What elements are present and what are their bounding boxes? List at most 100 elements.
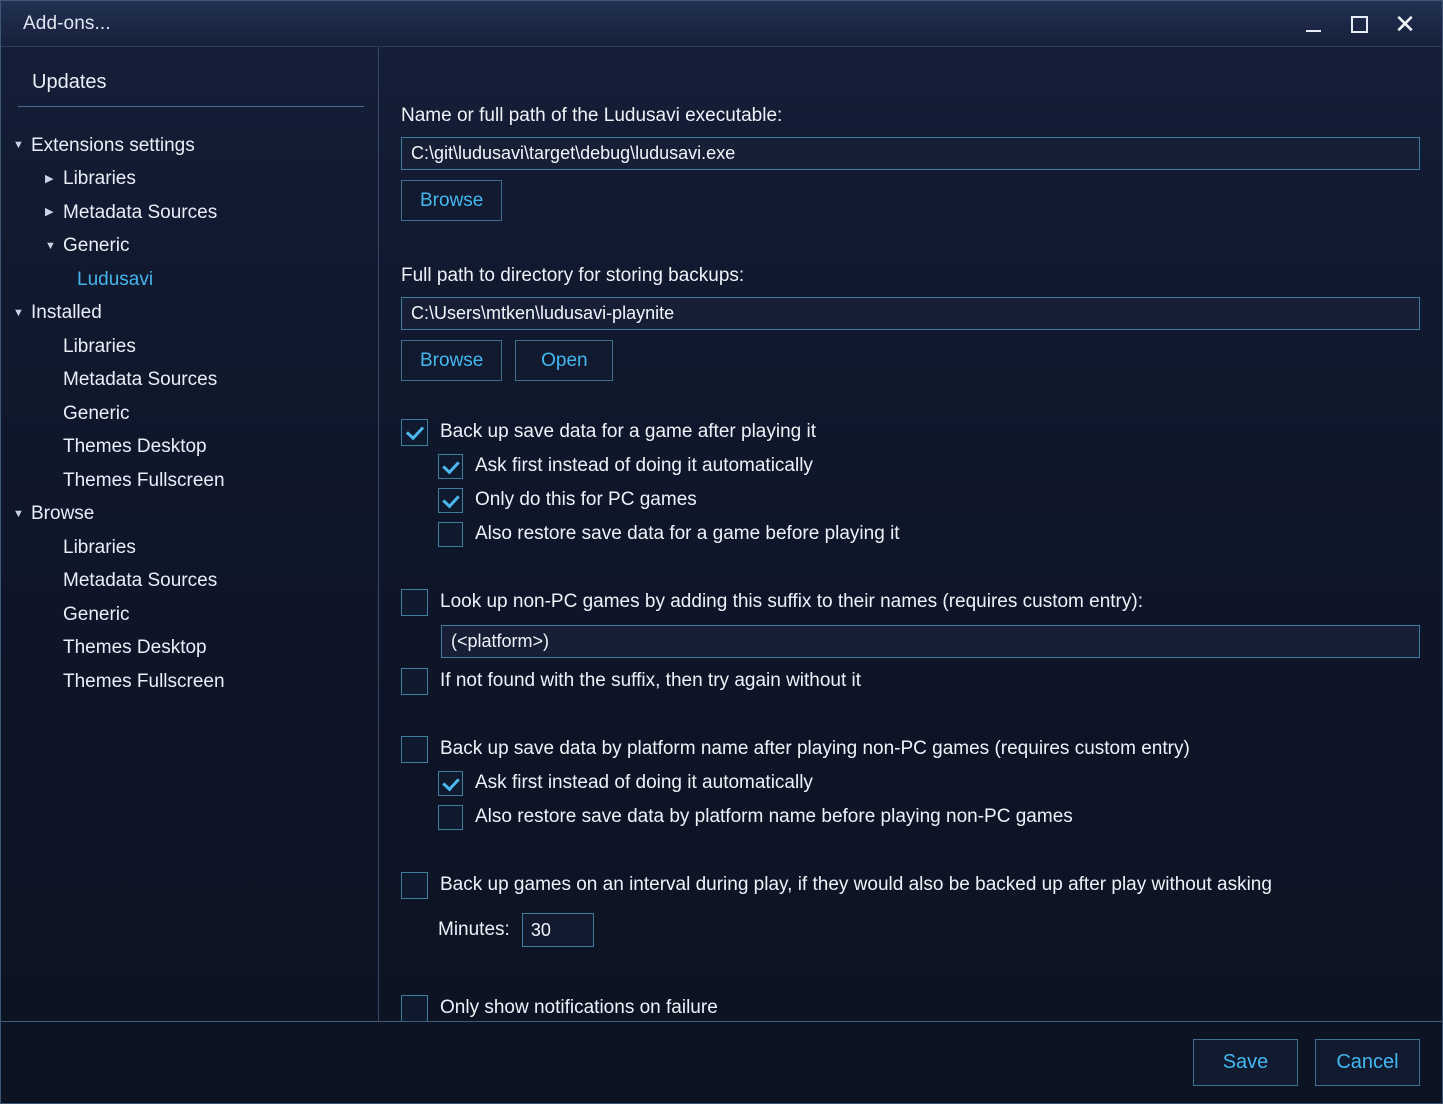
sidebar-item-label: Themes Desktop	[63, 436, 207, 458]
tree-indent-spacer: ▶	[45, 609, 61, 620]
notifications-label: Only show notifications on failure	[440, 997, 718, 1018]
close-icon: ✕	[1394, 9, 1416, 39]
window-title: Add-ons...	[23, 12, 111, 34]
sidebar-item-label: Browse	[31, 503, 95, 525]
only-pc-label: Only do this for PC games	[475, 489, 697, 510]
lookup-suffix-checkbox[interactable]	[401, 588, 428, 616]
restore-before-play-label: Also restore save data for a game before…	[475, 523, 900, 544]
sidebar-tree: ▼ Extensions settings ▶ Libraries ▶ Metadata …	[1, 129, 378, 699]
backup-after-play-row[interactable]: Back up save data for a game after playi…	[401, 415, 1420, 449]
sidebar-item-metadata-sources[interactable]: ▶Metadata Sources	[1, 364, 378, 398]
retry-without-suffix-checkbox[interactable]	[401, 667, 428, 695]
sidebar-item-generic[interactable]: ▶Generic	[1, 598, 378, 632]
backup-interval-checkbox[interactable]	[401, 871, 428, 899]
chevron-down-icon[interactable]: ▼	[45, 240, 61, 252]
retry-without-suffix-label: If not found with the suffix, then try a…	[440, 670, 862, 691]
sidebar-item-browse[interactable]: ▼ Browse	[1, 498, 378, 532]
backup-dir-label: Full path to directory for storing backu…	[401, 265, 745, 286]
restore-before-play-row[interactable]: Also restore save data for a game before…	[401, 517, 1420, 551]
tree-indent-spacer: ▶	[45, 408, 61, 419]
sidebar-divider	[18, 106, 364, 107]
chevron-down-icon[interactable]: ▼	[13, 508, 29, 520]
chevron-down-icon[interactable]: ▼	[13, 140, 29, 151]
addons-window: Add-ons... ✕ Updates ▼ Extensions setting…	[0, 0, 1443, 1104]
sidebar-item-ludusavi[interactable]: ▶Ludusavi	[1, 263, 378, 297]
backup-interval-row[interactable]: Back up games on an interval during play…	[401, 868, 1420, 902]
maximize-icon	[1350, 15, 1368, 33]
title-bar: Add-ons... ✕	[1, 1, 1442, 47]
sidebar-item-generic[interactable]: ▶Generic	[1, 397, 378, 431]
executable-browse-button[interactable]: Browse	[401, 180, 503, 221]
sidebar-item-label: Themes Desktop	[63, 637, 207, 659]
sidebar-item-label: Metadata Sources	[63, 201, 218, 223]
sidebar-item-label: Themes Fullscreen	[63, 469, 225, 491]
only-pc-checkbox[interactable]	[438, 487, 463, 513]
backup-by-platform-row[interactable]: Back up save data by platform name after…	[401, 732, 1420, 766]
ask-first-label: Ask first instead of doing it automatica…	[475, 455, 813, 476]
backup-by-platform-label: Back up save data by platform name after…	[440, 738, 1190, 759]
sidebar-item-themes-desktop[interactable]: ▶Themes Desktop	[1, 632, 378, 666]
retry-without-suffix-row[interactable]: If not found with the suffix, then try a…	[401, 664, 1420, 698]
sidebar-item-libraries[interactable]: ▶Libraries	[1, 330, 378, 364]
backup-dir-open-button[interactable]: Open	[515, 340, 614, 381]
restore-by-platform-checkbox[interactable]	[438, 804, 463, 830]
notifications-checkbox[interactable]	[401, 994, 428, 1021]
chevron-down-icon[interactable]: ▼	[13, 307, 29, 319]
backup-dir-browse-button[interactable]: Browse	[401, 340, 503, 381]
minimize-icon	[1305, 30, 1321, 32]
backup-by-platform-checkbox[interactable]	[401, 735, 428, 763]
maximize-button[interactable]	[1336, 1, 1382, 47]
suffix-value-input[interactable]	[441, 625, 1420, 658]
sidebar-item-updates[interactable]: Updates	[15, 61, 364, 106]
notifications-row[interactable]: Only show notifications on failure	[401, 991, 1420, 1021]
sidebar: Updates ▼ Extensions settings ▶ Libraries ▶ M…	[1, 47, 379, 1021]
cancel-button[interactable]: Cancel	[1315, 1039, 1420, 1086]
tree-indent-spacer: ▶	[45, 341, 61, 352]
tree-indent-spacer: ▶	[45, 475, 61, 486]
minimize-button[interactable]	[1290, 1, 1336, 47]
sidebar-item-label: Metadata Sources	[63, 369, 218, 391]
restore-by-platform-row[interactable]: Also restore save data by platform name …	[401, 800, 1420, 834]
executable-path-input[interactable]	[401, 137, 1420, 170]
sidebar-item-metadata-sources[interactable]: ▶Metadata Sources	[1, 196, 378, 230]
sidebar-item-themes-fullscreen[interactable]: ▶Themes Fullscreen	[1, 464, 378, 498]
window-body: Updates ▼ Extensions settings ▶ Libraries ▶ M…	[1, 47, 1442, 1021]
main-panel: Name or full path of the Ludusavi execut…	[379, 47, 1442, 1021]
sidebar-item-generic[interactable]: ▼ Generic	[1, 230, 378, 264]
sidebar-item-label: Extensions settings	[31, 134, 195, 156]
tree-indent-spacer: ▶	[45, 442, 61, 453]
sidebar-item-installed[interactable]: ▼ Installed	[1, 297, 378, 331]
sidebar-item-label: Libraries	[63, 168, 136, 190]
minutes-row: Minutes:	[401, 913, 1420, 947]
lookup-suffix-row[interactable]: Look up non-PC games by adding this suff…	[401, 585, 1420, 619]
restore-by-platform-label: Also restore save data by platform name …	[475, 806, 1073, 827]
backup-after-play-label: Back up save data for a game after playi…	[440, 421, 816, 442]
sidebar-item-metadata-sources[interactable]: ▶Metadata Sources	[1, 565, 378, 599]
sidebar-item-themes-fullscreen[interactable]: ▶Themes Fullscreen	[1, 665, 378, 699]
sidebar-item-libraries[interactable]: ▶Libraries	[1, 531, 378, 565]
restore-before-play-checkbox[interactable]	[438, 521, 463, 547]
platform-ask-first-label: Ask first instead of doing it automatica…	[475, 772, 813, 793]
sidebar-item-label: Themes Fullscreen	[63, 670, 225, 692]
only-pc-row[interactable]: Only do this for PC games	[401, 483, 1420, 517]
sidebar-item-label: Generic	[63, 235, 130, 257]
ask-first-checkbox[interactable]	[438, 453, 463, 479]
ask-first-row[interactable]: Ask first instead of doing it automatica…	[401, 449, 1420, 483]
backup-dir-input[interactable]	[401, 297, 1420, 330]
lookup-suffix-label: Look up non-PC games by adding this suff…	[440, 591, 1143, 612]
close-button[interactable]: ✕	[1382, 1, 1428, 47]
sidebar-item-extensions-settings[interactable]: ▼ Extensions settings	[1, 129, 378, 163]
updates-section: Updates	[1, 61, 378, 106]
backup-after-play-checkbox[interactable]	[401, 418, 428, 446]
tree-indent-spacer: ▶	[45, 576, 61, 587]
footer-bar: Save Cancel	[1, 1021, 1442, 1103]
sidebar-item-libraries[interactable]: ▶Libraries	[1, 163, 378, 197]
chevron-right-icon[interactable]: ▶	[45, 207, 61, 218]
platform-ask-first-checkbox[interactable]	[438, 770, 463, 796]
save-button[interactable]: Save	[1193, 1039, 1298, 1086]
platform-ask-first-row[interactable]: Ask first instead of doing it automatica…	[401, 766, 1420, 800]
chevron-right-icon[interactable]: ▶	[45, 173, 61, 185]
sidebar-item-label: Metadata Sources	[63, 570, 218, 592]
minutes-input[interactable]	[521, 913, 594, 947]
sidebar-item-themes-desktop[interactable]: ▶Themes Desktop	[1, 431, 378, 465]
